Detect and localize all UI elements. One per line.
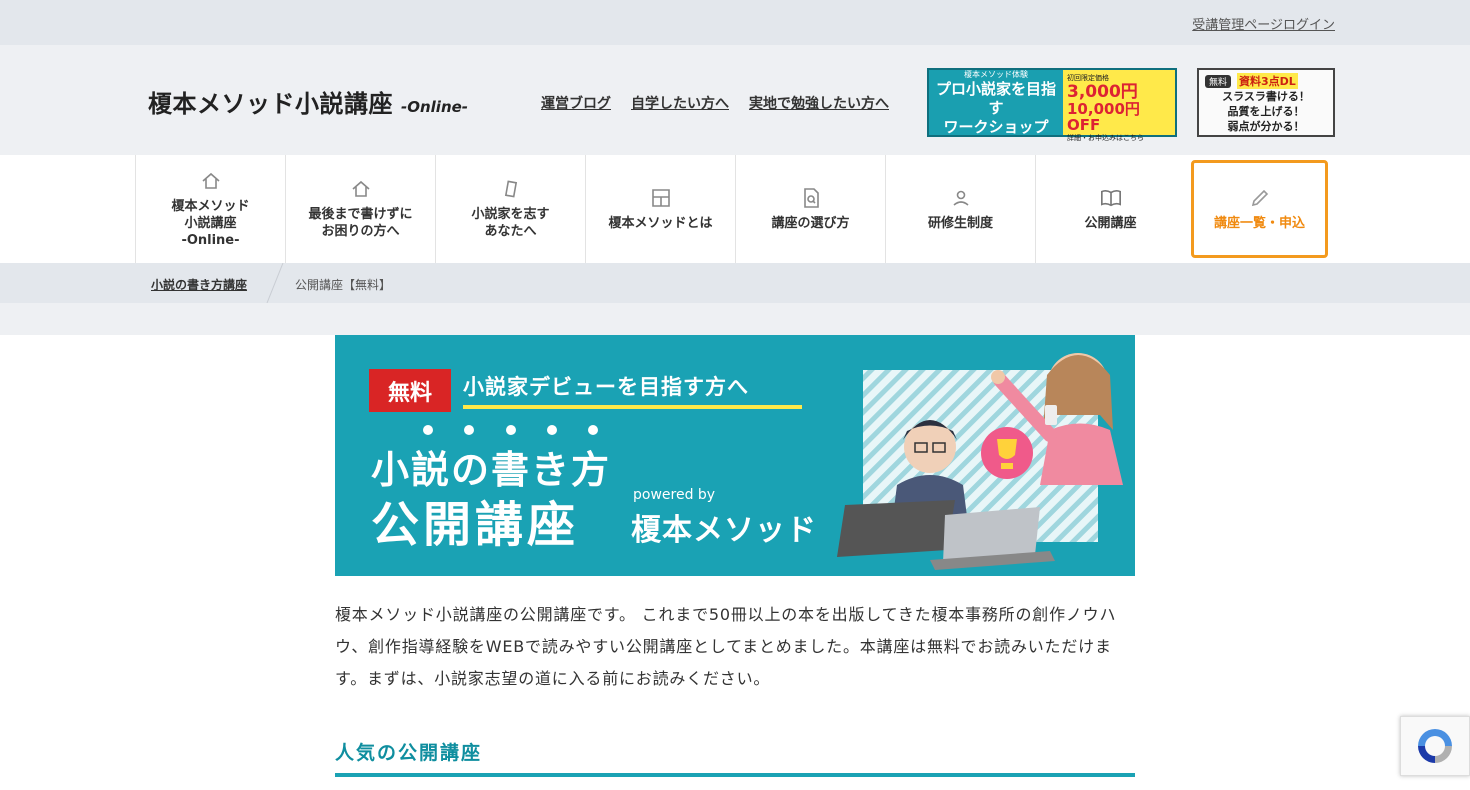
- recaptcha-badge[interactable]: [1400, 716, 1470, 776]
- download-banner-dl: 資料3点DL: [1237, 73, 1298, 89]
- download-banner-line: 品質を上げる！: [1227, 105, 1305, 118]
- workshop-banner-off: 10,000円OFF: [1067, 100, 1140, 134]
- site-header: 榎本メソッド小説講座 -Online- 運営ブログ 自学したい方へ 実地で勉強し…: [0, 45, 1470, 155]
- breadcrumb-separator: [266, 263, 284, 303]
- nav-item-course-list-apply[interactable]: 講座一覧・申込: [1191, 160, 1328, 258]
- breadcrumb-home-link[interactable]: 小説の書き方講座: [151, 276, 247, 293]
- site-logo[interactable]: 榎本メソッド小説講座 -Online-: [148, 84, 468, 119]
- download-banner-free: 無料: [1205, 74, 1232, 88]
- hero-brand: 榎本メソッド: [631, 513, 817, 548]
- phone-icon: [500, 178, 522, 200]
- breadcrumb-current: 公開講座【無料】: [295, 278, 392, 292]
- free-badge: 無料: [369, 369, 451, 412]
- book-icon: [1100, 187, 1122, 209]
- onsite-study-link[interactable]: 実地で勉強したい方へ: [749, 93, 889, 113]
- breadcrumb: 小説の書き方講座 公開講座【無料】: [0, 263, 1470, 303]
- nav-item-label: 最後まで書けずに お困りの方へ: [308, 207, 413, 239]
- intro-paragraph: 榎本メソッド小説講座の公開講座です。 これまで50冊以上の本を出版してきた榎本事…: [335, 605, 1117, 688]
- login-link[interactable]: 受講管理ページログイン: [1192, 14, 1335, 33]
- workshop-banner-line2: ワークショップ: [943, 117, 1049, 136]
- nav-item-aspiring-novelist[interactable]: 小説家を志す あなたへ: [435, 155, 585, 263]
- nav-item-label: 榎本メソッド 小説講座 -Online-: [171, 198, 250, 248]
- popular-courses-heading: 人気の公開講座: [335, 742, 483, 764]
- logo-sub-text: -Online-: [401, 98, 469, 116]
- nav-item-trainee[interactable]: 研修生制度: [885, 155, 1035, 263]
- nav-item-label: 小説家を志す あなたへ: [471, 207, 550, 239]
- nav-item-label: 公開講座: [1084, 215, 1137, 231]
- document-search-icon: [800, 187, 822, 209]
- nav-item-public-course[interactable]: 公開講座: [1035, 155, 1185, 263]
- recaptcha-icon: [1418, 729, 1452, 763]
- download-banner[interactable]: 無料 資料3点DL スラスラ書ける！ 品質を上げる！ 弱点が分かる！: [1197, 68, 1335, 137]
- hero-illustration: [837, 353, 1123, 570]
- download-banner-line: 弱点が分かる！: [1227, 120, 1305, 133]
- hero-title-line2: 公開講座: [371, 497, 580, 553]
- emphasis-dots: [423, 425, 598, 437]
- nav-item-label: 講座の選び方: [771, 215, 850, 231]
- nav-item-cannot-finish[interactable]: 最後まで書けずに お困りの方へ: [285, 155, 435, 263]
- hero-powered-by: powered by: [633, 487, 716, 503]
- nav-item-about-method[interactable]: 榎本メソッドとは: [585, 155, 735, 263]
- hero-tagline: 小説家デビューを目指す方へ: [463, 375, 749, 399]
- header-links: 運営ブログ 自学したい方へ 実地で勉強したい方へ: [541, 93, 889, 113]
- nav-item-label: 榎本メソッドとは: [608, 215, 713, 231]
- home-icon: [200, 170, 222, 192]
- logo-main-text: 榎本メソッド小説講座: [148, 90, 393, 118]
- workshop-banner[interactable]: 榎本メソッド体験 プロ小説家を目指す ワークショップ 初回限定価格 3,000円…: [927, 68, 1177, 142]
- home-icon: [350, 178, 372, 200]
- nav-item-choose-course[interactable]: 講座の選び方: [735, 155, 885, 263]
- workshop-banner-note2: 詳細・お申込みはこちら: [1067, 134, 1144, 142]
- main-nav: 榎本メソッド 小説講座 -Online- 最後まで書けずに お困りの方へ 小説家…: [0, 155, 1470, 263]
- download-banner-line: スラスラ書ける！: [1222, 90, 1310, 103]
- blog-link[interactable]: 運営ブログ: [541, 93, 611, 113]
- layout-icon: [650, 187, 672, 209]
- pencil-icon: [1249, 187, 1271, 209]
- top-bar: 受講管理ページログイン: [0, 0, 1470, 45]
- section-underline: [335, 773, 1135, 777]
- workshop-banner-price: 3,000円: [1067, 82, 1138, 102]
- nav-item-course-top[interactable]: 榎本メソッド 小説講座 -Online-: [135, 155, 285, 263]
- breadcrumb-area: 小説の書き方講座 公開講座【無料】: [0, 263, 1470, 335]
- person-icon: [950, 187, 972, 209]
- nav-item-label: 講座一覧・申込: [1213, 215, 1305, 231]
- nav-item-label: 研修生制度: [927, 215, 993, 231]
- workshop-banner-line1: プロ小説家を目指す: [935, 79, 1056, 117]
- hero-banner: 無料 小説家デビューを目指す方へ 小説の書き方 公開講座 powered by …: [335, 335, 1135, 576]
- workshop-banner-small: 榎本メソッド体験: [964, 69, 1028, 79]
- hero-tagline-underline: [463, 405, 802, 409]
- self-study-link[interactable]: 自学したい方へ: [631, 93, 729, 113]
